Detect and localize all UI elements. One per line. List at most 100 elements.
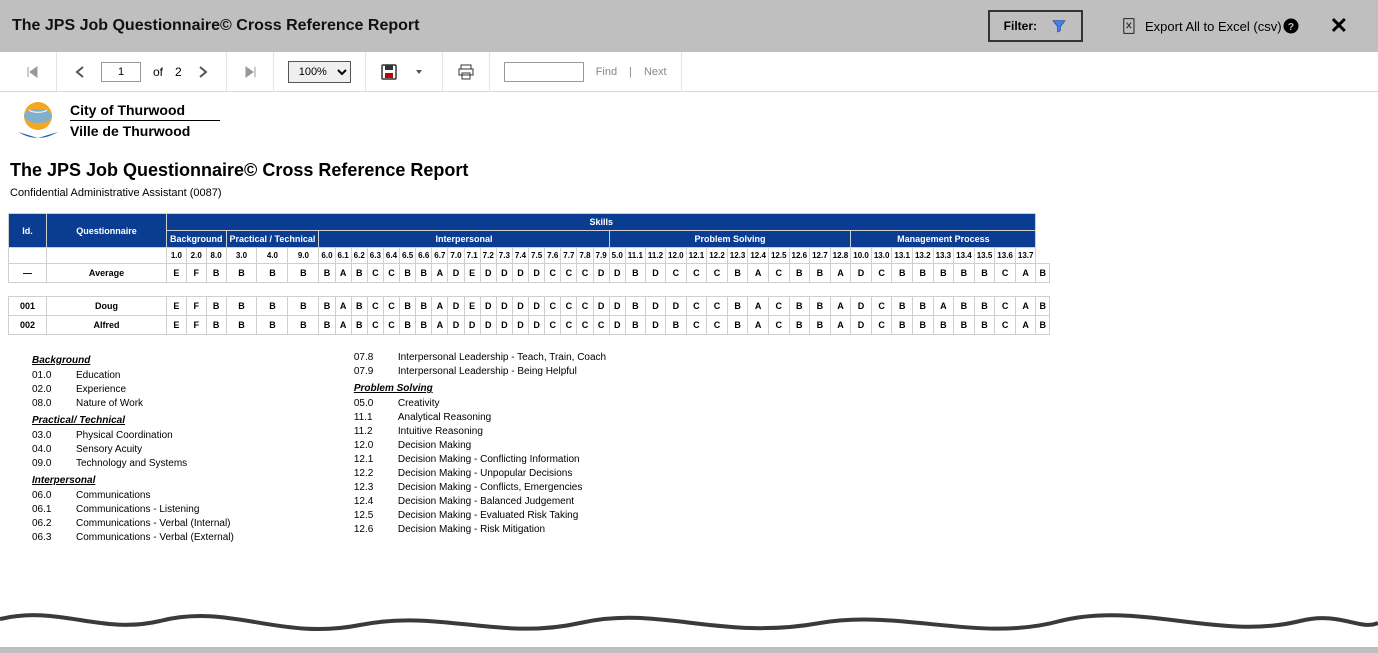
legend-code: 11.1 <box>354 412 382 423</box>
legend-text: Nature of Work <box>76 398 143 409</box>
cell: B <box>892 297 913 316</box>
cell: B <box>257 316 288 335</box>
row-name: Average <box>47 264 167 283</box>
cell: D <box>851 264 872 283</box>
legend-text: Technology and Systems <box>76 458 187 469</box>
legend-text: Decision Making - Conflicting Informatio… <box>398 454 580 465</box>
col-background: Background <box>167 231 227 248</box>
cell: C <box>577 316 593 335</box>
col-5.0: 5.0 <box>609 248 625 264</box>
page-number-input[interactable] <box>101 62 141 82</box>
first-page-button[interactable] <box>24 63 42 81</box>
cell: C <box>545 316 561 335</box>
cell: E <box>167 316 187 335</box>
col-6.4: 6.4 <box>383 248 399 264</box>
cell: B <box>974 264 995 283</box>
col-problem-solving: Problem Solving <box>609 231 851 248</box>
export-excel-button[interactable]: Export All to Excel (csv) <box>1123 18 1282 34</box>
cell: B <box>1036 264 1050 283</box>
cell: C <box>995 297 1016 316</box>
legend-row: 09.0Technology and Systems <box>32 458 234 469</box>
cell: D <box>512 297 528 316</box>
report-subtitle: Confidential Administrative Assistant (0… <box>10 187 1378 199</box>
cell: B <box>400 264 416 283</box>
cell: C <box>995 316 1016 335</box>
cell: C <box>561 264 577 283</box>
cell: B <box>351 316 367 335</box>
legend-code: 06.3 <box>32 532 60 543</box>
prev-page-button[interactable] <box>71 63 89 81</box>
cell: D <box>645 297 665 316</box>
col-7.5: 7.5 <box>529 248 545 264</box>
legend-code: 12.5 <box>354 510 382 521</box>
legend-code: 06.2 <box>32 518 60 529</box>
find-input[interactable] <box>504 62 584 82</box>
filter-button[interactable]: Filter: <box>988 10 1083 42</box>
titlebar: The JPS Job Questionnaire© Cross Referen… <box>0 0 1378 52</box>
close-icon[interactable]: ✕ <box>1330 13 1348 39</box>
find-next-button[interactable]: Next <box>644 66 667 78</box>
report-title: The JPS Job Questionnaire© Cross Referen… <box>10 160 1378 181</box>
cell: D <box>448 316 464 335</box>
cell: B <box>933 264 954 283</box>
export-label: Export All to Excel (csv) <box>1145 19 1282 34</box>
print-button[interactable] <box>457 63 475 81</box>
zoom-select[interactable]: 100% <box>288 61 351 83</box>
cell: B <box>400 297 416 316</box>
next-page-button[interactable] <box>194 63 212 81</box>
filter-label: Filter: <box>1004 19 1037 33</box>
cell: C <box>367 316 383 335</box>
cell: C <box>768 316 789 335</box>
cell: C <box>545 297 561 316</box>
legend-code: 08.0 <box>32 398 60 409</box>
cell: A <box>830 297 851 316</box>
col-13.0: 13.0 <box>871 248 892 264</box>
org-header: City of Thurwood Ville de Thurwood <box>8 92 1378 146</box>
cell: B <box>319 264 335 283</box>
col-4.0: 4.0 <box>257 248 288 264</box>
last-page-button[interactable] <box>241 63 259 81</box>
row-id: 002 <box>9 316 47 335</box>
cell: B <box>974 316 995 335</box>
col-10.0: 10.0 <box>851 248 872 264</box>
cell: A <box>432 264 448 283</box>
col-skills: Skills <box>167 214 1036 231</box>
cell: B <box>727 297 748 316</box>
save-button[interactable] <box>380 63 398 81</box>
cell: B <box>954 316 975 335</box>
cell: B <box>625 316 645 335</box>
save-dropdown[interactable] <box>410 63 428 81</box>
col-12.8: 12.8 <box>830 248 851 264</box>
legend-row: 11.1Analytical Reasoning <box>354 412 606 423</box>
help-icon[interactable]: ? <box>1282 17 1300 35</box>
cell: B <box>400 316 416 335</box>
col-2.0: 2.0 <box>186 248 206 264</box>
row-name: Alfred <box>47 316 167 335</box>
col-7.0: 7.0 <box>448 248 464 264</box>
document-area: City of Thurwood Ville de Thurwood The J… <box>0 92 1378 647</box>
cell: C <box>666 264 687 283</box>
legend-row: 01.0Education <box>32 370 234 381</box>
col-7.4: 7.4 <box>512 248 528 264</box>
table-row: —AverageEFBBBBBABCCBBADEDDDDCCCDDBDCCCBA… <box>9 264 1050 283</box>
col-interpersonal: Interpersonal <box>319 231 609 248</box>
col-11.1: 11.1 <box>625 248 645 264</box>
cell: C <box>686 316 707 335</box>
legend-text: Decision Making - Conflicts, Emergencies <box>398 482 583 493</box>
legend-row: 06.0Communications <box>32 490 234 501</box>
cell: C <box>367 297 383 316</box>
legend-text: Interpersonal Leadership - Being Helpful <box>398 366 577 377</box>
col-id: Id. <box>9 214 47 248</box>
legend-code: 12.3 <box>354 482 382 493</box>
legend-heading: Problem Solving <box>354 383 606 394</box>
cell: D <box>529 264 545 283</box>
cell: A <box>748 297 769 316</box>
legend-row: 04.0Sensory Acuity <box>32 444 234 455</box>
cell: C <box>367 264 383 283</box>
find-button[interactable]: Find <box>596 66 617 78</box>
legend-row: 12.2Decision Making - Unpopular Decision… <box>354 468 606 479</box>
cell: B <box>625 297 645 316</box>
cell: D <box>448 297 464 316</box>
cell: C <box>871 297 892 316</box>
cell: B <box>206 264 226 283</box>
